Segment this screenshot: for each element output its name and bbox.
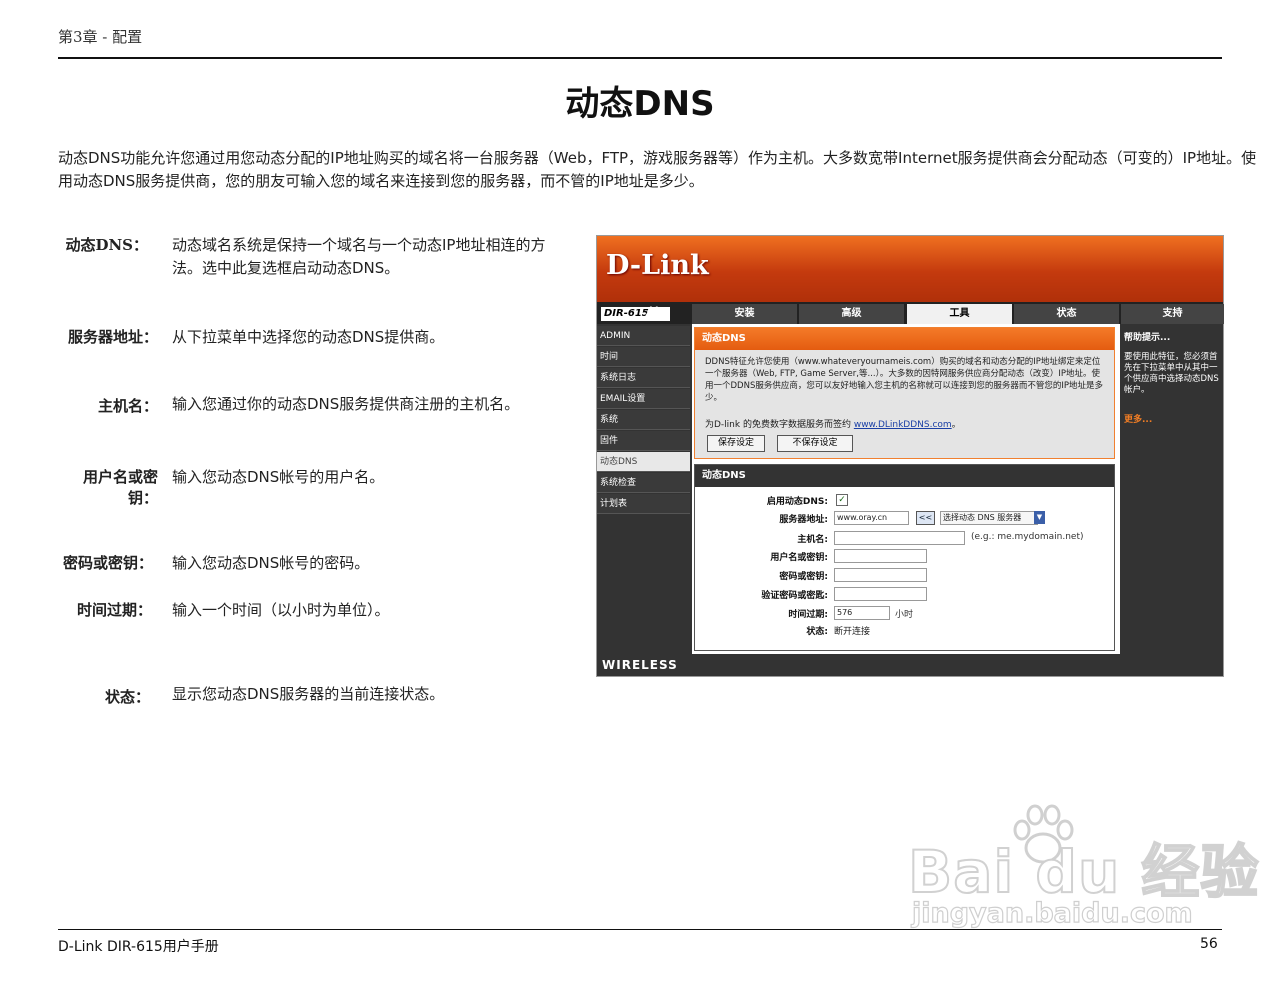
- field-label-timeout: 时间过期：: [76, 601, 152, 619]
- sidebar-item-ddns[interactable]: 动态DNS: [597, 452, 690, 472]
- ddns-info-title: 动态DNS: [695, 328, 1114, 350]
- field-desc-host: 输入您通过你的动态DNS服务提供商注册的主机名。: [172, 395, 520, 413]
- enable-ddns-checkbox[interactable]: ✓: [836, 494, 848, 506]
- server-address-input[interactable]: www.oray.cn: [834, 511, 909, 525]
- sidebar-item-time[interactable]: 时间: [597, 347, 690, 367]
- router-screenshot: D-Link DIR-615 // 安装 高级 工具 状态 支持 ADMIN 时…: [596, 235, 1224, 677]
- tab-support[interactable]: 支持: [1120, 304, 1224, 324]
- field-label-server: 服务器地址：: [67, 328, 158, 346]
- host-name-hint: (e.g.: me.mydomain.net): [971, 532, 1084, 542]
- router-navbar: DIR-615 // 安装 高级 工具 状态 支持: [597, 302, 1224, 324]
- ddns-signup-prefix: 为D-link 的免费数字数据服务而签约: [705, 420, 854, 430]
- password-label: 密码或密钥:: [779, 572, 828, 582]
- tab-setup[interactable]: 安装: [691, 304, 797, 324]
- dont-save-button[interactable]: 不保存设定: [777, 435, 853, 452]
- router-help-panel: 帮助提示... 要使用此特征，您必须首先在下拉菜单中从其中一个供应商中选择动态D…: [1122, 324, 1223, 654]
- status-value: 断开连接: [834, 627, 871, 637]
- field-label-username: 用户名或密钥：: [82, 468, 158, 507]
- field-desc-timeout: 输入一个时间（以小时为单位）。: [172, 601, 390, 619]
- field-label-ddns: 动态DNS：: [65, 236, 148, 254]
- field-label-status: 状态：: [104, 688, 150, 706]
- host-name-label: 主机名:: [797, 535, 828, 545]
- sidebar-item-system[interactable]: 系统: [597, 410, 690, 430]
- dlink-logo: D-Link: [606, 250, 709, 281]
- router-model-badge: DIR-615: [601, 307, 670, 321]
- copy-server-button[interactable]: <<: [916, 511, 935, 525]
- intro-paragraph: 动态DNS功能允许您通过用您动态分配的IP地址购买的域名将一台服务器（Web，F…: [58, 149, 1257, 190]
- timeout-label: 时间过期:: [788, 610, 828, 620]
- page-number: 56: [1200, 936, 1218, 952]
- host-name-input[interactable]: [834, 531, 965, 545]
- ddns-form-title: 动态DNS: [695, 465, 1114, 487]
- field-desc-password: 输入您动态DNS帐号的密码。: [172, 554, 370, 572]
- model-slashes-icon: //: [645, 303, 657, 322]
- wireless-logo: WIRELESS: [602, 658, 678, 672]
- tab-tools[interactable]: 工具: [906, 304, 1012, 324]
- server-address-label: 服务器地址:: [779, 515, 828, 525]
- password-input[interactable]: [834, 568, 927, 582]
- footer-rule: [58, 929, 1222, 930]
- router-banner: D-Link: [597, 236, 1223, 302]
- ddns-info-text: DDNS特征允许您使用（www.whateveryournameis.com）购…: [705, 357, 1103, 403]
- field-label-host: 主机名：: [97, 397, 158, 415]
- help-title: 帮助提示...: [1124, 333, 1171, 343]
- save-settings-button[interactable]: 保存设定: [707, 435, 765, 452]
- verify-password-input[interactable]: [834, 587, 927, 601]
- sidebar-item-firmware[interactable]: 固件: [597, 431, 690, 451]
- chevron-down-icon[interactable]: ▼: [1034, 511, 1045, 524]
- sidebar-item-syslog[interactable]: 系统日志: [597, 368, 690, 388]
- help-more-link[interactable]: 更多...: [1124, 412, 1152, 425]
- verify-password-label: 验证密码或密匙:: [761, 591, 828, 601]
- ddns-signup-line: 为D-link 的免费数字数据服务而签约 www.DLinkDDNS.com。: [705, 417, 1105, 430]
- username-label: 用户名或密钥:: [770, 553, 828, 563]
- ddns-signup-suffix: 。: [951, 420, 961, 430]
- sidebar-item-syscheck[interactable]: 系统检查: [597, 473, 690, 493]
- page-title: 动态DNS: [565, 84, 715, 124]
- tab-status[interactable]: 状态: [1013, 304, 1119, 324]
- header-rule: [58, 57, 1222, 59]
- manual-title: D-Link DIR-615用户手册: [58, 939, 219, 955]
- field-desc-status: 显示您动态DNS服务器的当前连接状态。: [172, 685, 445, 703]
- ddns-info-box: 动态DNS DDNS特征允许您使用（www.whateveryournameis…: [694, 327, 1115, 459]
- field-desc-username: 输入您动态DNS帐号的用户名。: [172, 468, 385, 486]
- router-sidebar: ADMIN 时间 系统日志 EMAIL设置 系统 固件 动态DNS 系统检查 计…: [597, 324, 690, 654]
- timeout-unit: 小时: [895, 610, 914, 620]
- sidebar-item-schedule[interactable]: 计划表: [597, 494, 690, 514]
- router-footer: WIRELESS: [597, 654, 1223, 676]
- router-main-panel: 动态DNS DDNS特征允许您使用（www.whateveryournameis…: [692, 324, 1120, 654]
- help-text: 要使用此特征，您必须首先在下拉菜单中从其中一个供应商中选择动态DNS帐户。: [1124, 352, 1219, 395]
- sidebar-item-admin[interactable]: ADMIN: [597, 326, 690, 346]
- sidebar-item-email[interactable]: EMAIL设置: [597, 389, 690, 409]
- field-desc-server: 从下拉菜单中选择您的动态DNS提供商。: [172, 328, 445, 346]
- enable-ddns-label: 启用动态DNS:: [766, 497, 828, 507]
- server-select-value: 选择动态 DNS 服务器: [943, 513, 1022, 522]
- baidu-watermark-url: jingyan.baidu.com: [911, 897, 1193, 929]
- ddns-form-box: 动态DNS 启用动态DNS: ✓ 服务器地址: www.oray.cn << 选…: [694, 464, 1115, 651]
- baidu-watermark: Bai du 经验: [907, 837, 1260, 907]
- field-label-password: 密码或密钥：: [62, 554, 153, 572]
- dlinkddns-link[interactable]: www.DLinkDDNS.com: [854, 420, 952, 430]
- timeout-input[interactable]: 576: [834, 606, 890, 620]
- chapter-header: 第3章 - 配置: [58, 28, 143, 46]
- field-desc-ddns: 动态域名系统是保持一个域名与一个动态IP地址相连的方法。选中此复选框启动动态DN…: [172, 236, 546, 277]
- status-label: 状态:: [806, 627, 828, 637]
- server-select-dropdown[interactable]: 选择动态 DNS 服务器: [940, 511, 1038, 525]
- username-input[interactable]: [834, 549, 927, 563]
- tab-advanced[interactable]: 高级: [798, 304, 904, 324]
